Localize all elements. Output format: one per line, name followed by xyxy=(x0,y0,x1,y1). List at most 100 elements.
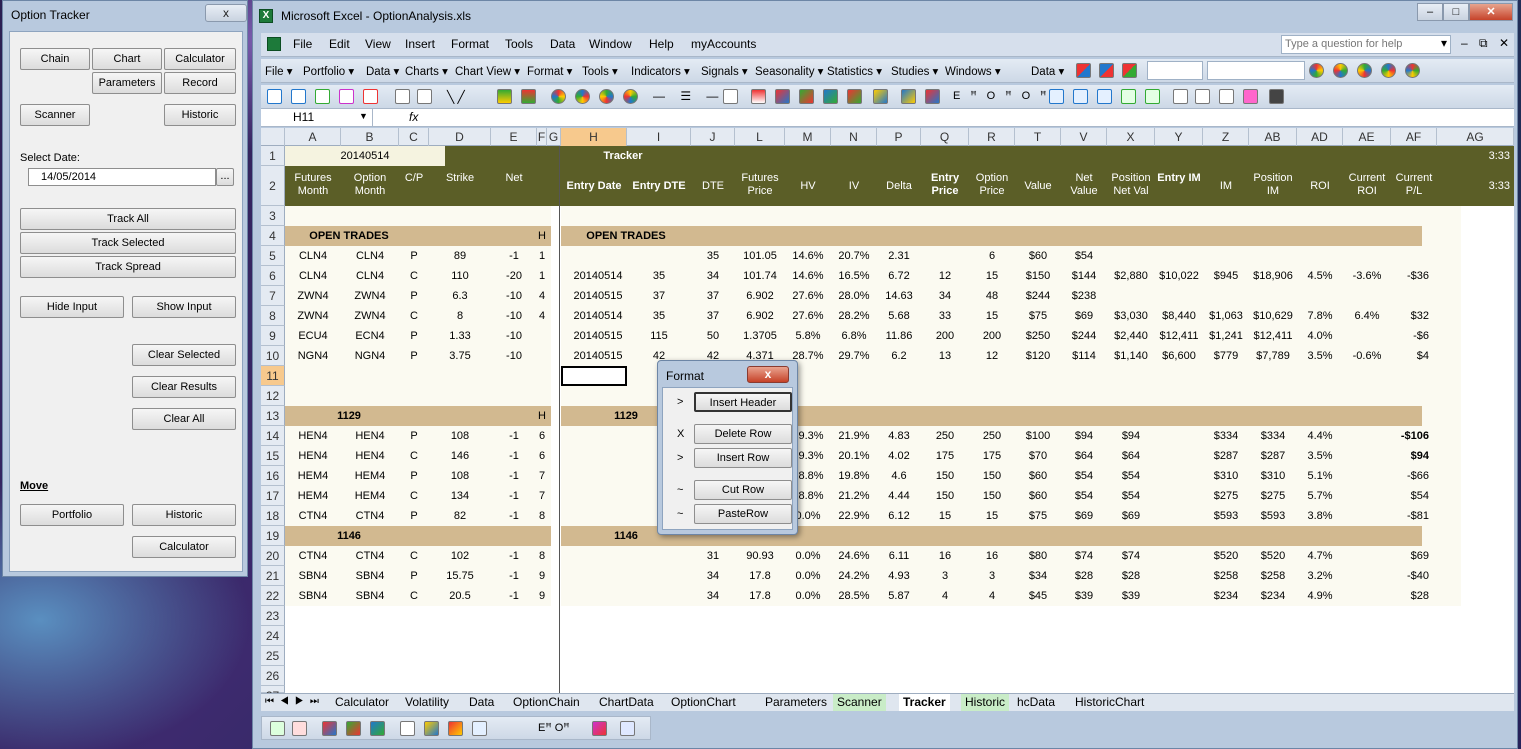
cell[interactable]: 150 xyxy=(969,466,1015,486)
format-pasterow-button[interactable]: PasteRow xyxy=(694,504,792,524)
cell[interactable]: 110 xyxy=(429,266,491,286)
chart-button[interactable]: Chart xyxy=(92,48,162,70)
cell[interactable]: 27.6% xyxy=(785,306,831,326)
cell[interactable]: -10 xyxy=(491,346,537,366)
cell[interactable]: $7,789 xyxy=(1249,346,1297,366)
cell[interactable]: $287 xyxy=(1249,446,1297,466)
tb-studies-menu[interactable]: Studies ▾ xyxy=(891,64,938,78)
track-spread-button[interactable]: Track Spread xyxy=(20,256,236,278)
cell[interactable]: 31 xyxy=(691,546,735,566)
cell[interactable]: 20140515 xyxy=(561,346,627,366)
format-delete-row-button[interactable]: Delete Row xyxy=(694,424,792,444)
cell[interactable]: 1 xyxy=(537,266,547,286)
row-header[interactable]: 17 xyxy=(261,486,285,506)
cell[interactable]: 15 xyxy=(921,506,969,526)
calculator-move-button[interactable]: Calculator xyxy=(132,536,236,558)
toolbar-icon[interactable] xyxy=(1405,63,1420,78)
cell[interactable] xyxy=(537,326,547,346)
column-header[interactable]: C xyxy=(399,128,429,146)
tb-portfolio-menu[interactable]: Portfolio ▾ xyxy=(303,64,354,78)
cell[interactable]: $779 xyxy=(1203,346,1249,366)
cell[interactable]: 6.902 xyxy=(735,306,785,326)
cell[interactable]: 48 xyxy=(969,286,1015,306)
menu-data[interactable]: Data xyxy=(550,37,575,51)
cell[interactable]: 19.8% xyxy=(831,466,877,486)
column-title[interactable]: Net xyxy=(491,166,537,206)
cell[interactable]: 90.93 xyxy=(735,546,785,566)
cell[interactable]: $69 xyxy=(1391,546,1437,566)
column-header[interactable]: G xyxy=(547,128,561,146)
column-title[interactable]: Futures Price xyxy=(735,166,785,206)
doc-close-icon[interactable]: ✕ xyxy=(1499,36,1509,50)
cell[interactable]: 250 xyxy=(921,426,969,446)
tracker-title[interactable]: Tracker xyxy=(561,146,681,166)
cell[interactable]: ZWN4 xyxy=(285,306,341,326)
toolbar-icon[interactable] xyxy=(1381,63,1396,78)
toolbar-icon[interactable] xyxy=(901,89,916,104)
cell[interactable]: 15 xyxy=(969,506,1015,526)
cell[interactable]: 3.75 xyxy=(429,346,491,366)
tab-parameters[interactable]: Parameters xyxy=(761,694,831,711)
track-selected-button[interactable]: Track Selected xyxy=(20,232,236,254)
cell[interactable]: CTN4 xyxy=(341,546,399,566)
scanner-button[interactable]: Scanner xyxy=(20,104,90,126)
toolbar-icon[interactable] xyxy=(1049,89,1064,104)
cell[interactable]: CLN4 xyxy=(341,266,399,286)
cell[interactable]: 4 xyxy=(537,286,547,306)
tb-chartview-menu[interactable]: Chart View ▾ xyxy=(455,64,520,78)
tab-optionchart[interactable]: OptionChart xyxy=(667,694,740,711)
cell[interactable]: 20140515 xyxy=(561,286,627,306)
align-icons[interactable]: ― ☰ ― xyxy=(653,89,724,103)
cell[interactable]: -1 xyxy=(491,586,537,606)
cell[interactable]: 4.02 xyxy=(877,446,921,466)
cell[interactable]: -1 xyxy=(491,246,537,266)
cell[interactable]: 22.9% xyxy=(831,506,877,526)
cell[interactable]: $114 xyxy=(1061,346,1107,366)
row-header[interactable]: 3 xyxy=(261,206,285,226)
toolbar-icon[interactable] xyxy=(1121,89,1136,104)
cell[interactable]: 3.5% xyxy=(1297,346,1343,366)
cell[interactable]: 5.1% xyxy=(1297,466,1343,486)
toolbar-icon[interactable] xyxy=(1122,63,1137,78)
cell[interactable]: 3.8% xyxy=(1297,506,1343,526)
cell[interactable]: $34 xyxy=(1015,566,1061,586)
cell[interactable]: 4.7% xyxy=(1297,546,1343,566)
row-header[interactable]: 23 xyxy=(261,606,285,626)
cell[interactable]: $32 xyxy=(1391,306,1437,326)
cell[interactable]: 3.2% xyxy=(1297,566,1343,586)
cell[interactable] xyxy=(1155,466,1203,486)
cell[interactable]: 146 xyxy=(429,446,491,466)
column-header[interactable]: M xyxy=(785,128,831,146)
cell[interactable]: 4 xyxy=(921,586,969,606)
cell[interactable]: C xyxy=(399,446,429,466)
cell[interactable]: 20.1% xyxy=(831,446,877,466)
menu-view[interactable]: View xyxy=(365,37,391,51)
row-header[interactable]: 26 xyxy=(261,666,285,686)
cell[interactable]: $39 xyxy=(1107,586,1155,606)
cell[interactable]: $75 xyxy=(1015,306,1061,326)
historic-move-button[interactable]: Historic xyxy=(132,504,236,526)
cell[interactable]: $60 xyxy=(1015,486,1061,506)
cell[interactable]: 89 xyxy=(429,246,491,266)
cell[interactable]: 150 xyxy=(921,466,969,486)
cell[interactable] xyxy=(1249,246,1297,266)
cell[interactable] xyxy=(561,546,627,566)
row-header[interactable]: 14 xyxy=(261,426,285,446)
section-label[interactable]: OPEN TRADES xyxy=(561,226,681,246)
section-flag[interactable]: H xyxy=(537,226,547,246)
cell[interactable]: CLN4 xyxy=(285,246,341,266)
cell[interactable]: 20.5 xyxy=(429,586,491,606)
row-header[interactable]: 21 xyxy=(261,566,285,586)
cell[interactable]: 28.0% xyxy=(831,286,877,306)
cell[interactable]: 5.7% xyxy=(1297,486,1343,506)
calculator-button[interactable]: Calculator xyxy=(164,48,236,70)
cell[interactable]: 4.4% xyxy=(1297,426,1343,446)
column-header[interactable]: A xyxy=(285,128,341,146)
cell[interactable]: 4 xyxy=(537,306,547,326)
cell[interactable]: SBN4 xyxy=(285,586,341,606)
cell[interactable] xyxy=(1155,486,1203,506)
tb-statistics-menu[interactable]: Statistics ▾ xyxy=(827,64,882,78)
cell[interactable]: $334 xyxy=(1249,426,1297,446)
cell[interactable]: CLN4 xyxy=(285,266,341,286)
menu-insert[interactable]: Insert xyxy=(405,37,435,51)
